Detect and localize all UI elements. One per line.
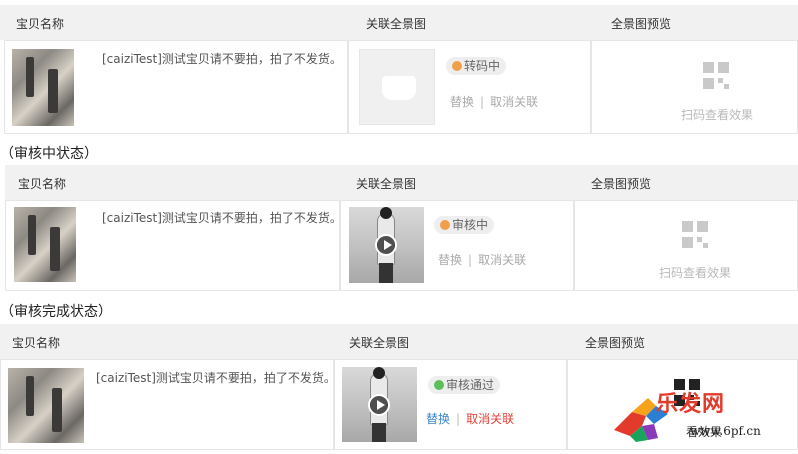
replace-link[interactable]: 替换 <box>426 412 450 426</box>
watermark-brand: 乐发网 <box>656 391 726 417</box>
unlink-link[interactable]: 取消关联 <box>466 412 514 426</box>
status-badge: 审核中 <box>434 216 495 234</box>
status-badge: 转码中 <box>446 57 507 75</box>
col-header-preview: 全景图预览 <box>585 336 646 350</box>
play-icon[interactable] <box>375 234 397 256</box>
watermark-site: www.6pf.cn <box>690 424 761 438</box>
panorama-video-thumbnail[interactable] <box>342 367 417 442</box>
status-badge: 审核通过 <box>428 376 501 394</box>
col-header-panorama: 关联全景图 <box>356 177 417 191</box>
status-text: 审核中 <box>452 218 489 232</box>
item-title[interactable]: [caiziTest]测试宝贝请不要拍，拍了不发货。 <box>102 50 342 67</box>
qr-code-icon[interactable] <box>682 221 708 249</box>
status-dot-icon <box>452 61 462 71</box>
section-title-reviewing: （审核中状态） <box>0 146 98 162</box>
col-header-preview: 全景图预览 <box>611 17 672 31</box>
qr-code-icon[interactable] <box>703 62 729 90</box>
table-row: [caiziTest]测试宝贝请不要拍，拍了不发货。 审核中 替换 | 取消关联 扫… <box>5 200 798 291</box>
play-icon[interactable] <box>368 394 390 416</box>
unlink-link[interactable]: 取消关联 <box>478 253 526 267</box>
table-row: [caiziTest]测试宝贝请不要拍，拍了不发货。 转码中 替换 | 取消关联 扫… <box>0 40 798 134</box>
panorama-cell: 审核中 替换 | 取消关联 <box>340 200 574 291</box>
panorama-cell: 转码中 替换 | 取消关联 <box>348 40 591 134</box>
status-text: 审核通过 <box>446 378 495 392</box>
item-thumbnail[interactable] <box>12 49 74 126</box>
item-cell: [caiziTest]测试宝贝请不要拍，拍了不发货。 <box>5 200 342 291</box>
qr-preview-label: 扫码查看效果 <box>659 266 732 280</box>
status-text: 转码中 <box>464 59 501 73</box>
item-cell: [caiziTest]测试宝贝请不要拍，拍了不发货。 <box>0 359 336 450</box>
col-header-name: 宝贝名称 <box>16 17 65 31</box>
item-cell: [caiziTest]测试宝贝请不要拍，拍了不发货。 <box>4 40 348 134</box>
section-title-reviewed: （审核完成状态） <box>0 304 112 320</box>
table-header: 宝贝名称 关联全景图 全景图预览 <box>5 165 798 200</box>
panorama-cell: 审核通过 替换 | 取消关联 <box>334 359 567 450</box>
actions: 替换 | 取消关联 <box>450 95 539 109</box>
status-dot-icon <box>434 380 444 390</box>
qr-preview-label: 扫码查看效果 <box>681 108 754 122</box>
col-header-name: 宝贝名称 <box>18 177 67 191</box>
item-title[interactable]: [caiziTest]测试宝贝请不要拍，拍了不发货。 <box>102 209 342 226</box>
col-header-preview: 全景图预览 <box>591 177 652 191</box>
replace-link[interactable]: 替换 <box>438 253 462 267</box>
watermark: 乐发网 www.6pf.cn <box>612 380 798 450</box>
item-thumbnail[interactable] <box>14 207 76 282</box>
actions: 替换 | 取消关联 <box>438 253 527 267</box>
actions: 替换 | 取消关联 <box>426 412 515 426</box>
table-header: 宝贝名称 关联全景图 全景图预览 <box>0 5 798 40</box>
col-header-panorama: 关联全景图 <box>366 17 427 31</box>
table-header: 宝贝名称 关联全景图 全景图预览 <box>0 324 798 359</box>
panorama-video-thumbnail[interactable] <box>349 207 424 283</box>
preview-cell: 扫码查看效果 <box>591 40 798 134</box>
replace-link[interactable]: 替换 <box>450 95 474 109</box>
unlink-link[interactable]: 取消关联 <box>490 95 538 109</box>
col-header-name: 宝贝名称 <box>12 336 61 350</box>
col-header-panorama: 关联全景图 <box>349 336 410 350</box>
panorama-placeholder <box>359 49 435 125</box>
status-dot-icon <box>440 220 450 230</box>
item-title[interactable]: [caiziTest]测试宝贝请不要拍，拍了不发货。 <box>96 369 336 386</box>
item-thumbnail[interactable] <box>8 368 84 443</box>
panorama-placeholder-icon <box>382 76 416 100</box>
preview-cell: 扫码查看效果 <box>574 200 798 291</box>
